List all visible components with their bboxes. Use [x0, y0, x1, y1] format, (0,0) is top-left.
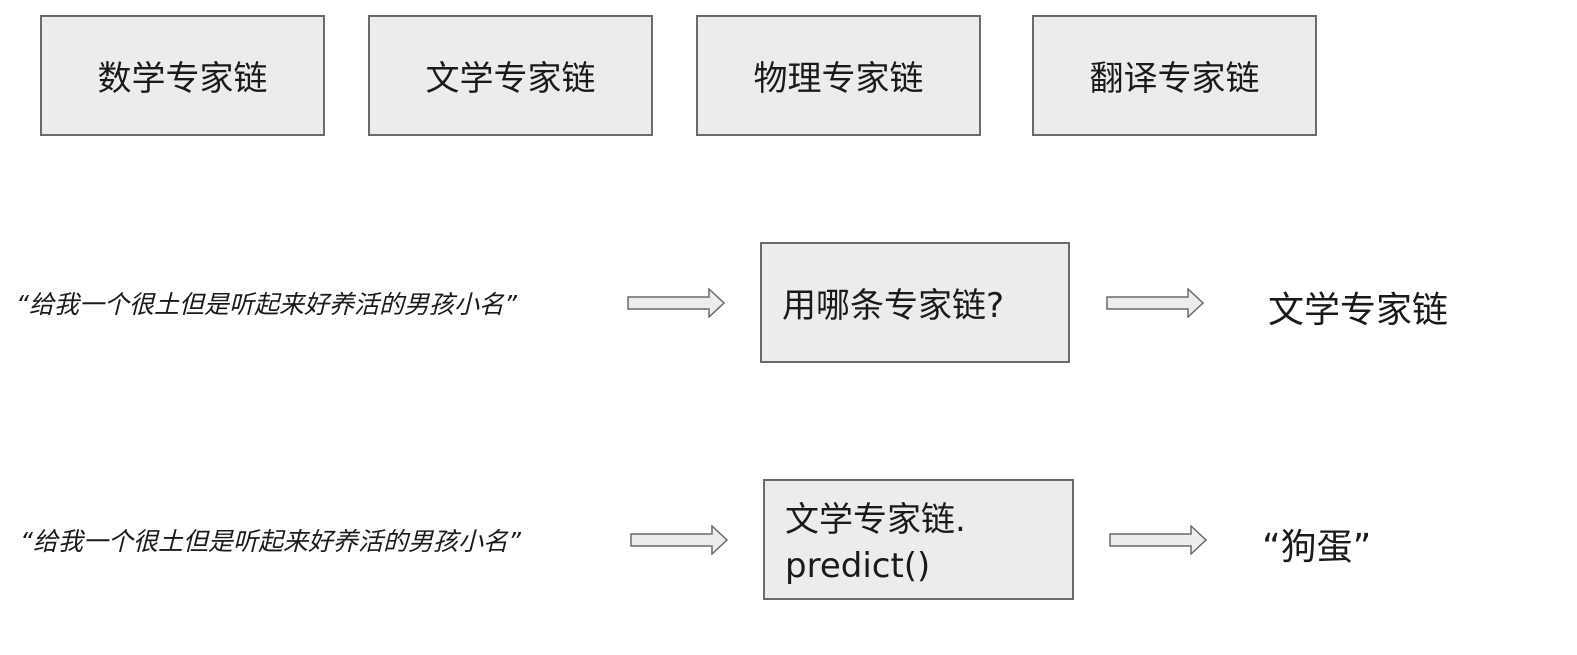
- router-label: 用哪条专家链?: [782, 286, 1005, 326]
- right-arrow-icon: [1109, 525, 1207, 555]
- expert-chain-label: 文学专家链: [425, 59, 596, 99]
- expert-chain-label: 物理专家链: [753, 59, 924, 99]
- expert-chain-box-math: 数学专家链: [40, 15, 325, 136]
- predict-result: “狗蛋”: [1262, 527, 1372, 568]
- routing-input-quote: “给我一个很土但是听起来好养活的男孩小名”: [16, 290, 517, 319]
- predict-call-line-2: predict(): [785, 546, 931, 586]
- router-box: 用哪条专家链?: [760, 242, 1070, 363]
- right-arrow-icon: [627, 288, 725, 318]
- predict-input-quote: “给我一个很土但是听起来好养活的男孩小名”: [20, 527, 521, 556]
- routing-result: 文学专家链: [1268, 290, 1449, 331]
- expert-chain-box-literature: 文学专家链: [368, 15, 653, 136]
- predict-call-box: 文学专家链. predict(): [763, 479, 1074, 600]
- right-arrow-icon: [1106, 288, 1204, 318]
- expert-chain-label: 翻译专家链: [1089, 59, 1260, 99]
- expert-chain-box-physics: 物理专家链: [696, 15, 981, 136]
- expert-chain-label: 数学专家链: [97, 59, 268, 99]
- predict-call-line-1: 文学专家链.: [785, 500, 966, 540]
- right-arrow-icon: [630, 525, 728, 555]
- expert-chain-box-translation: 翻译专家链: [1032, 15, 1317, 136]
